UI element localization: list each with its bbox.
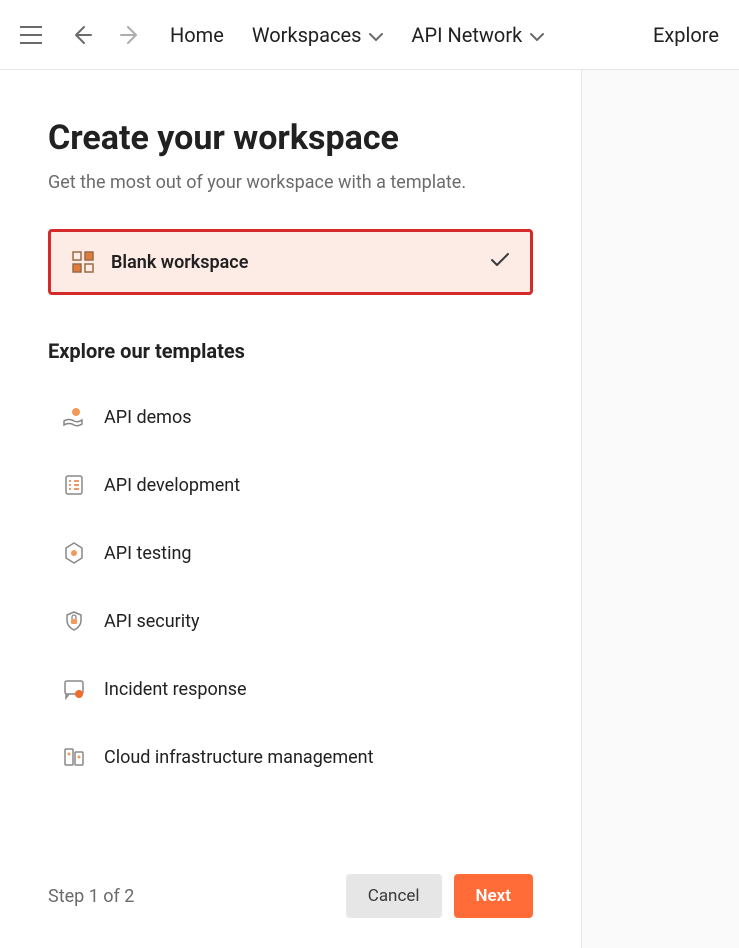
- chat-alert-icon: [62, 677, 86, 701]
- back-arrow-icon[interactable]: [70, 24, 92, 46]
- templates-section-title: Explore our templates: [48, 339, 533, 363]
- nav-api-network-label: API Network: [411, 23, 522, 47]
- template-list: API demos API development: [48, 391, 533, 783]
- template-item-api-development[interactable]: API development: [48, 459, 533, 511]
- nav-explore-label: Explore: [653, 23, 719, 47]
- nav-api-network[interactable]: API Network: [411, 23, 544, 47]
- blank-workspace-label: Blank workspace: [111, 252, 474, 273]
- nav-workspaces[interactable]: Workspaces: [252, 23, 384, 47]
- check-icon: [490, 252, 510, 272]
- blank-workspace-card[interactable]: Blank workspace: [48, 229, 533, 295]
- template-label: API testing: [104, 543, 192, 564]
- footer-buttons: Cancel Next: [346, 874, 533, 918]
- template-label: Cloud infrastructure management: [104, 747, 374, 768]
- page-subtitle: Get the most out of your workspace with …: [48, 172, 533, 193]
- chevron-down-icon: [530, 23, 544, 47]
- template-label: Incident response: [104, 679, 247, 700]
- topbar: Home Workspaces API Network Explore: [0, 0, 739, 70]
- checklist-icon: [62, 473, 86, 497]
- step-indicator: Step 1 of 2: [48, 886, 134, 907]
- gear-hex-icon: [62, 541, 86, 565]
- hand-coin-icon: [62, 405, 86, 429]
- footer: Step 1 of 2 Cancel Next: [48, 834, 533, 918]
- template-item-incident-response[interactable]: Incident response: [48, 663, 533, 715]
- template-item-cloud-infra[interactable]: Cloud infrastructure management: [48, 731, 533, 783]
- nav-home[interactable]: Home: [170, 23, 224, 47]
- hamburger-icon[interactable]: [20, 26, 42, 44]
- server-stack-icon: [62, 745, 86, 769]
- template-label: API security: [104, 611, 200, 632]
- template-label: API development: [104, 475, 240, 496]
- right-pane: [582, 70, 739, 948]
- nav-explore[interactable]: Explore: [653, 23, 719, 47]
- template-label: API demos: [104, 407, 192, 428]
- main-content: Create your workspace Get the most out o…: [0, 70, 739, 948]
- grid-icon: [71, 250, 95, 274]
- cancel-button[interactable]: Cancel: [346, 874, 442, 918]
- shield-lock-icon: [62, 609, 86, 633]
- workspace-create-panel: Create your workspace Get the most out o…: [0, 70, 582, 948]
- nav-home-label: Home: [170, 23, 224, 47]
- page-title: Create your workspace: [48, 118, 533, 158]
- template-item-api-testing[interactable]: API testing: [48, 527, 533, 579]
- template-item-api-security[interactable]: API security: [48, 595, 533, 647]
- nav-workspaces-label: Workspaces: [252, 23, 362, 47]
- next-button[interactable]: Next: [454, 874, 534, 918]
- forward-arrow-icon[interactable]: [120, 24, 142, 46]
- chevron-down-icon: [369, 23, 383, 47]
- template-item-api-demos[interactable]: API demos: [48, 391, 533, 443]
